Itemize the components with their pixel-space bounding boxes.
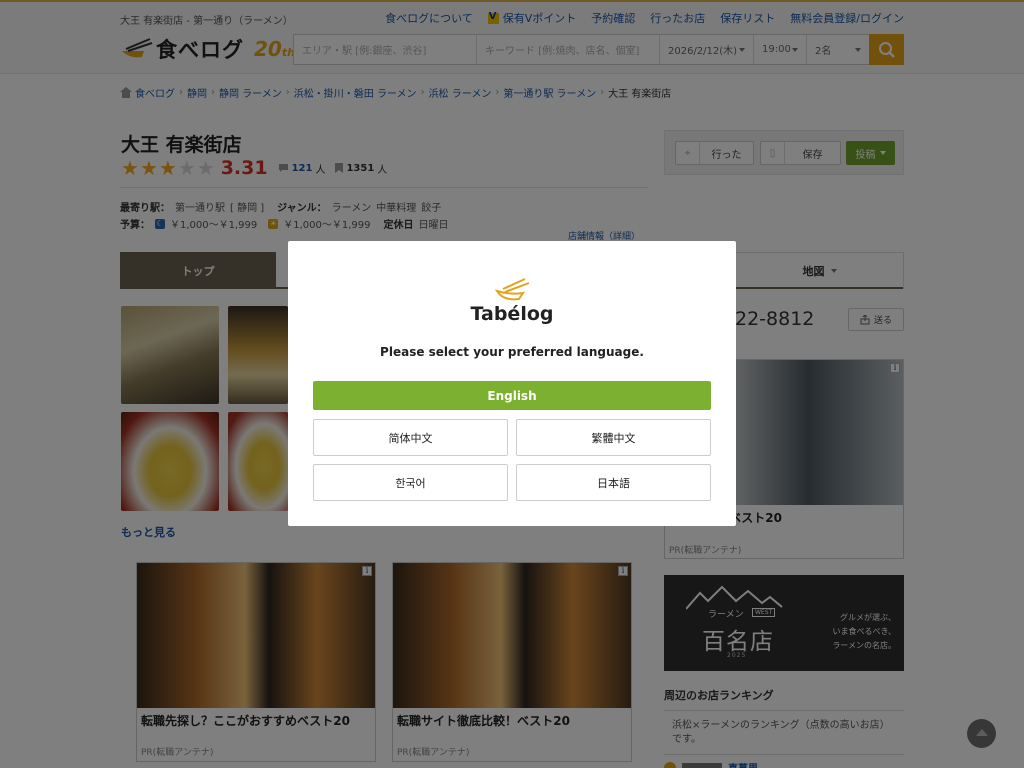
language-korean-button[interactable]: 한국어 bbox=[313, 464, 508, 501]
language-zh-hant-button[interactable]: 繁體中文 bbox=[516, 419, 711, 456]
modal-logo-text: Tabélog bbox=[470, 303, 554, 325]
language-modal: Tabélog Please select your preferred lan… bbox=[288, 241, 736, 526]
language-english-button[interactable]: English bbox=[313, 381, 711, 410]
language-prompt: Please select your preferred language. bbox=[380, 345, 644, 359]
language-zh-hans-button[interactable]: 简体中文 bbox=[313, 419, 508, 456]
language-japanese-button[interactable]: 日本語 bbox=[516, 464, 711, 501]
tabelog-logo: Tabélog bbox=[288, 277, 736, 325]
chopsticks-bowl-icon bbox=[494, 278, 530, 301]
